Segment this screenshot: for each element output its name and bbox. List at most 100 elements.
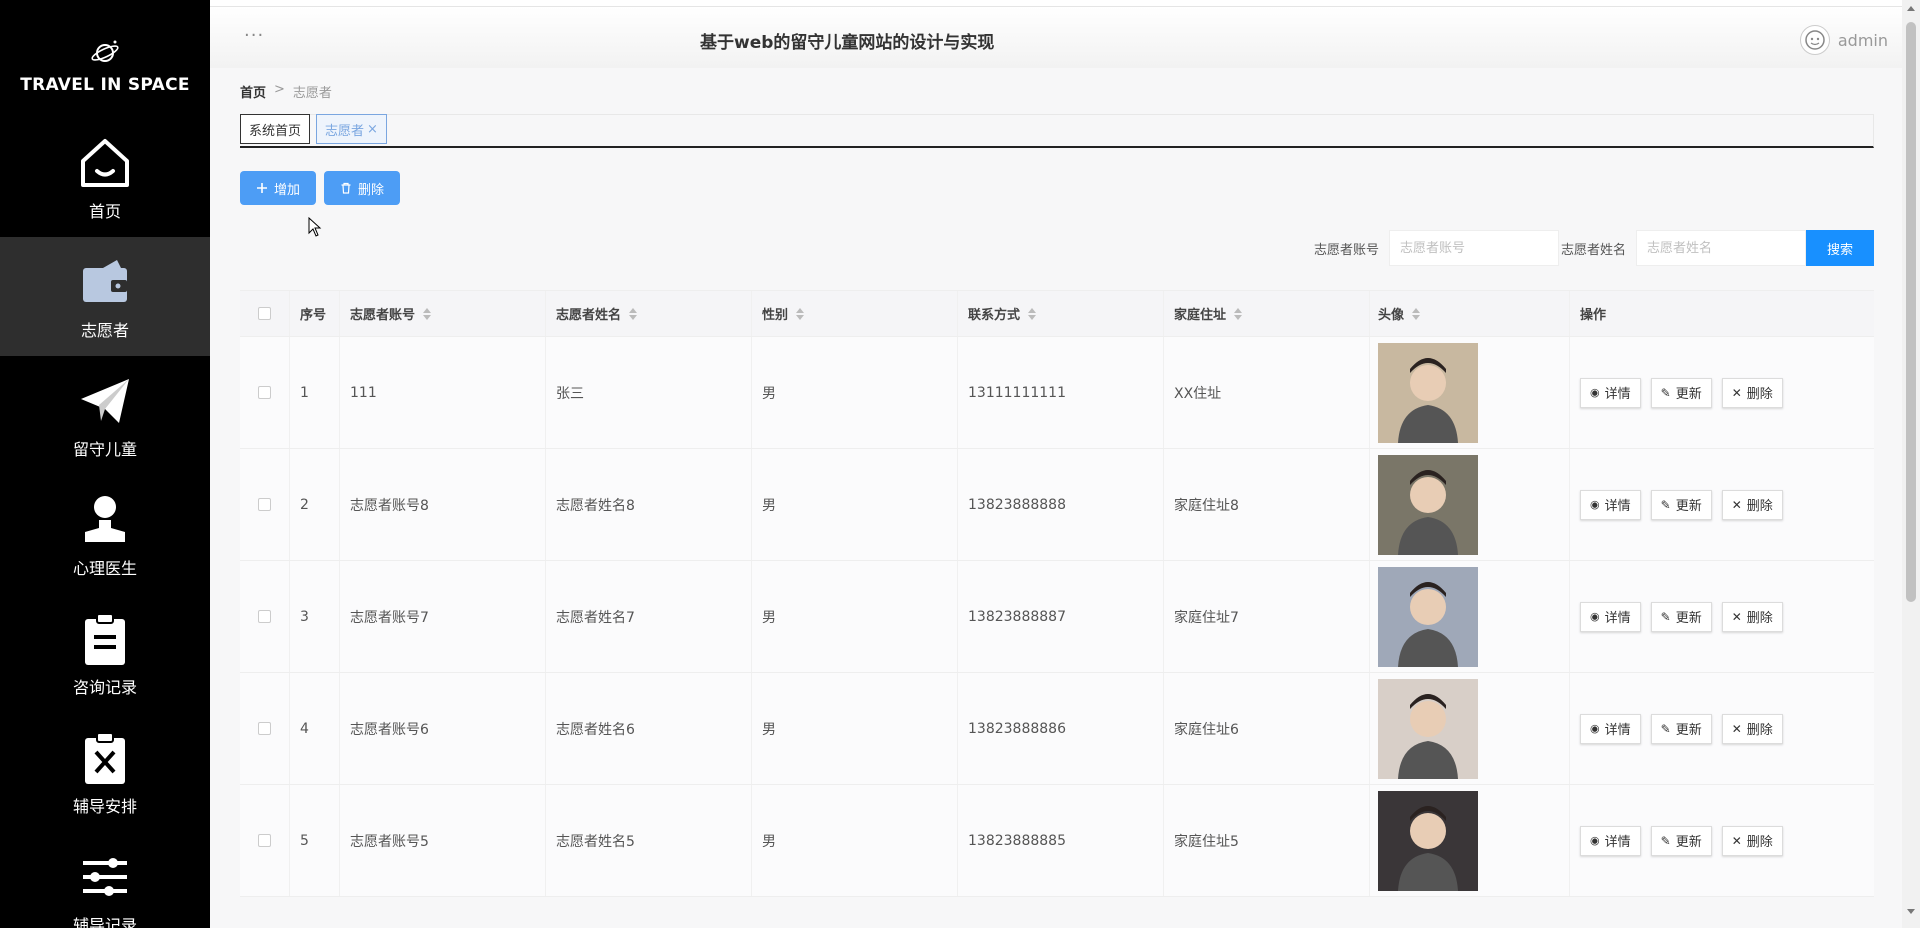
detail-button[interactable]: ◉ 详情 [1580,489,1641,520]
delete-button[interactable]: ✕ 删除 [1721,825,1783,856]
row-checkbox[interactable] [258,498,271,511]
scroll-up-icon[interactable] [1907,6,1915,11]
header-label: 志愿者姓名 [556,308,622,323]
scroll-thumb[interactable] [1906,22,1916,602]
sort-icon[interactable] [796,307,805,320]
row-select-cell [240,785,290,896]
add-button[interactable]: 增加 [240,171,316,205]
select-all-checkbox[interactable] [258,307,271,320]
header-account[interactable]: 志愿者账号 [340,291,546,336]
cell-sex: 男 [752,785,958,896]
detail-button[interactable]: ◉ 详情 [1580,713,1641,744]
batch-delete-label: 删除 [357,182,384,198]
main-area: ··· 基于web的留守儿童网站的设计与实现 admin 首页 > 志愿者 系统… [210,0,1902,928]
batch-delete-button[interactable]: 删除 [324,171,400,205]
account-search-input[interactable] [1388,230,1559,266]
sort-icon[interactable] [629,307,638,320]
delete-button[interactable]: ✕ 删除 [1721,713,1783,744]
update-button[interactable]: ✎ 更新 [1650,377,1712,408]
delete-button[interactable]: ✕ 删除 [1721,377,1783,408]
avatar-photo[interactable] [1378,566,1478,667]
cell-ops: ◉ 详情 ✎ 更新 ✕ 删除 [1570,449,1874,560]
row-checkbox[interactable] [258,610,271,623]
user-icon [76,491,134,549]
header-addr[interactable]: 家庭住址 [1164,291,1370,336]
cell-avatar [1370,337,1570,448]
row-checkbox[interactable] [258,386,271,399]
cell-ops: ◉ 详情 ✎ 更新 ✕ 删除 [1570,561,1874,672]
sort-icon[interactable] [423,307,432,320]
update-button[interactable]: ✎ 更新 [1650,713,1712,744]
cell-sex: 男 [752,561,958,672]
breadcrumb-home[interactable]: 首页 [240,82,266,101]
cell-name: 志愿者姓名6 [546,673,752,784]
add-button-label: 增加 [273,182,300,198]
header-tel[interactable]: 联系方式 [958,291,1164,336]
sidebar-item-consult-records[interactable]: 咨询记录 [0,594,210,713]
sidebar-item-children[interactable]: 留守儿童 [0,356,210,475]
name-search-input[interactable] [1636,230,1806,266]
avatar-photo[interactable] [1378,342,1478,443]
update-button[interactable]: ✎ 更新 [1650,825,1712,856]
cell-account: 111 [340,337,546,448]
delete-button[interactable]: ✕ 删除 [1721,601,1783,632]
tab-volunteer[interactable]: 志愿者 × [316,114,387,144]
cell-name: 志愿者姓名8 [546,449,752,560]
header-label: 联系方式 [968,308,1021,323]
clipboard-x-icon [76,729,134,787]
row-checkbox[interactable] [258,722,271,735]
delete-label: 删除 [1746,611,1773,626]
edit-icon: ✎ [1660,497,1671,512]
content-area: 首页 > 志愿者 系统首页 志愿者 × 增加 删除 志愿者账号 志愿者账号 志愿… [210,68,1902,928]
delete-button[interactable]: ✕ 删除 [1721,489,1783,520]
table-body: 1 111 张三男 13111111111 XX住址 ◉ 详情 ✎ 更新 ✕ 删除 2 志愿者账号8 志愿… [240,337,1874,897]
delete-label: 删除 [1746,387,1773,402]
avatar-photo[interactable] [1378,678,1478,779]
cell-ops: ◉ 详情 ✎ 更新 ✕ 删除 [1570,673,1874,784]
row-select-cell [240,449,290,560]
avatar-photo[interactable] [1378,790,1478,891]
header-name[interactable]: 志愿者姓名 [546,291,752,336]
detail-button[interactable]: ◉ 详情 [1580,825,1641,856]
avatar-photo[interactable] [1378,454,1478,555]
user-menu[interactable]: admin [1799,25,1888,55]
sidebar-item-psychologist[interactable]: 心理医生 [0,475,210,594]
row-checkbox[interactable] [258,834,271,847]
row-select-cell [240,337,290,448]
sidebar-item-label: 首页 [88,201,121,221]
edit-icon: ✎ [1660,833,1671,848]
username: admin [1837,30,1888,50]
page-scrollbar[interactable] [1902,0,1920,928]
detail-label: 详情 [1604,723,1631,738]
cell-ops: ◉ 详情 ✎ 更新 ✕ 删除 [1570,785,1874,896]
brand[interactable]: TRAVEL IN SPACE [0,0,210,118]
volunteer-table: 序号 志愿者账号 志愿者姓名 性别 联系方式 家庭住址 头像 操作 1 111 张三… [240,290,1874,897]
header-label: 性别 [762,308,789,323]
eye-icon: ◉ [1590,610,1600,623]
sidebar-item-tutoring-records[interactable]: 辅导记录 [0,832,210,928]
sidebar-item-tutoring-schedule[interactable]: 辅导安排 [0,713,210,832]
update-label: 更新 [1675,835,1702,850]
detail-button[interactable]: ◉ 详情 [1580,377,1641,408]
tab-close-icon[interactable]: × [367,122,378,137]
sort-icon[interactable] [1412,307,1421,320]
tab-system-home[interactable]: 系统首页 [240,114,311,144]
sidebar-item-home[interactable]: 首页 [0,118,210,237]
sort-icon[interactable] [1028,307,1037,320]
cell-addr: 家庭住址7 [1164,561,1370,672]
breadcrumb-separator: > [274,82,285,97]
update-button[interactable]: ✎ 更新 [1650,489,1712,520]
search-button[interactable]: 搜索 [1806,230,1874,266]
header-sex[interactable]: 性别 [752,291,958,336]
delete-label: 删除 [1746,723,1773,738]
update-button[interactable]: ✎ 更新 [1650,601,1712,632]
header-avatar[interactable]: 头像 [1370,291,1570,336]
sidebar-item-volunteer[interactable]: 志愿者 [0,237,210,356]
breadcrumb-current: 志愿者 [292,86,332,101]
paper-plane-icon [76,372,134,430]
sort-icon[interactable] [1234,307,1243,320]
scroll-down-icon[interactable] [1907,909,1915,914]
menu-toggle-button[interactable]: ··· [244,25,264,46]
detail-button[interactable]: ◉ 详情 [1580,601,1641,632]
breadcrumb: 首页 > 志愿者 [240,82,332,101]
